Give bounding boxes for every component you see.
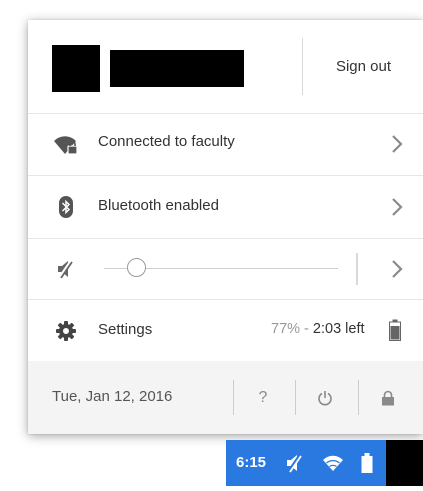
system-tray-popup: Sign out Connected to faculty Bluetooth … bbox=[28, 20, 423, 434]
chevron-right-icon bbox=[392, 135, 403, 153]
battery-icon bbox=[389, 319, 401, 341]
bluetooth-icon bbox=[53, 195, 79, 219]
user-header: Sign out bbox=[28, 20, 423, 114]
lock-icon bbox=[382, 390, 394, 405]
help-button[interactable]: ? bbox=[235, 380, 291, 415]
volume-row bbox=[28, 239, 423, 300]
footer-divider bbox=[358, 380, 359, 415]
gear-icon bbox=[53, 319, 79, 343]
tray-footer: Tue, Jan 12, 2016 ? bbox=[28, 361, 423, 434]
wifi-icon bbox=[323, 455, 343, 471]
sign-out-button[interactable]: Sign out bbox=[304, 20, 423, 113]
battery-percent: 77% bbox=[271, 321, 301, 337]
chevron-right-icon[interactable] bbox=[389, 257, 405, 281]
network-row[interactable]: Connected to faculty bbox=[28, 113, 423, 176]
volume-muted-icon[interactable] bbox=[53, 257, 79, 281]
battery-time-left: 2:03 left bbox=[312, 321, 365, 337]
footer-divider bbox=[295, 380, 296, 415]
help-icon: ? bbox=[258, 388, 268, 406]
chevron-right-icon bbox=[392, 198, 403, 216]
volume-divider bbox=[356, 253, 358, 285]
battery-status: 77% - 2:03 left bbox=[271, 321, 365, 337]
user-name-redacted bbox=[110, 50, 244, 87]
battery-icon bbox=[361, 453, 373, 473]
sign-out-label: Sign out bbox=[335, 58, 392, 75]
volume-muted-icon bbox=[287, 454, 302, 473]
avatar bbox=[52, 45, 100, 92]
footer-divider bbox=[233, 380, 234, 415]
lock-button[interactable] bbox=[360, 380, 416, 415]
power-icon bbox=[318, 390, 332, 405]
volume-slider-thumb[interactable] bbox=[127, 258, 147, 277]
redacted-area bbox=[386, 440, 423, 486]
shelf-status-area[interactable]: 6:15 bbox=[226, 440, 386, 486]
battery-separator: - bbox=[300, 321, 313, 337]
network-label: Connected to faculty bbox=[98, 133, 235, 150]
bluetooth-row[interactable]: Bluetooth enabled bbox=[28, 176, 423, 239]
power-button[interactable] bbox=[297, 380, 353, 415]
header-divider bbox=[302, 38, 303, 95]
wifi-locked-icon bbox=[53, 133, 79, 157]
date-label[interactable]: Tue, Jan 12, 2016 bbox=[52, 388, 172, 405]
settings-label: Settings bbox=[98, 321, 153, 338]
clock-time: 6:15 bbox=[236, 454, 267, 471]
bluetooth-label: Bluetooth enabled bbox=[98, 197, 219, 214]
settings-row[interactable]: Settings 77% - 2:03 left bbox=[28, 300, 423, 362]
